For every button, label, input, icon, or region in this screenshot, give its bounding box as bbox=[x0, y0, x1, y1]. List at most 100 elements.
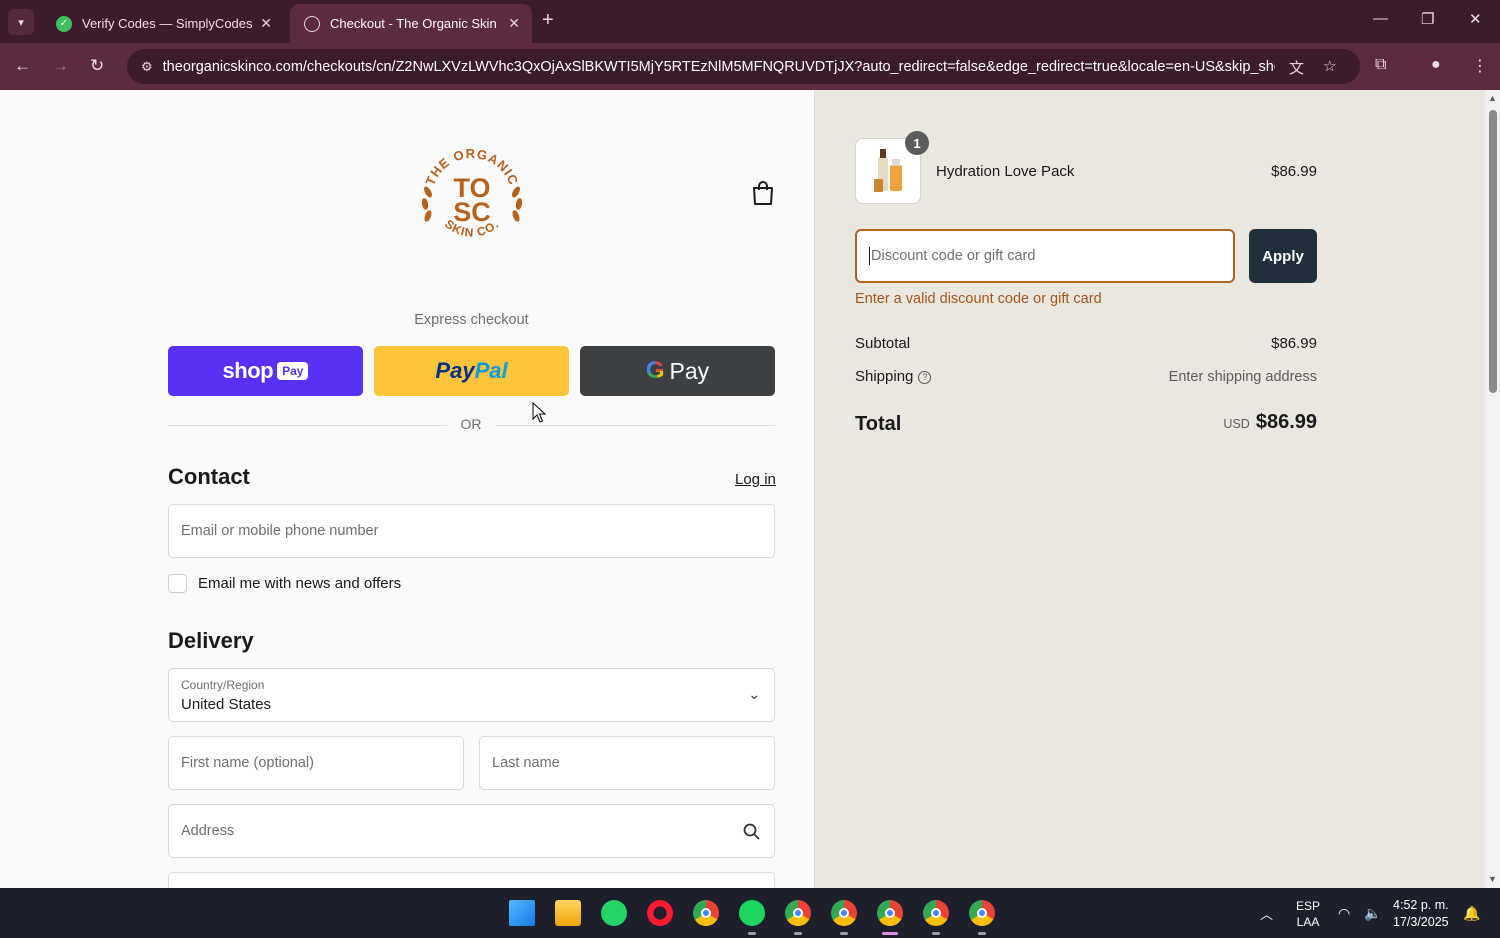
email-field[interactable]: Email or mobile phone number bbox=[168, 504, 775, 558]
gpay-label: Pay bbox=[669, 357, 710, 384]
laurel-left-icon bbox=[421, 186, 432, 222]
email-placeholder: Email or mobile phone number bbox=[181, 523, 379, 539]
shipping-row: Shipping? bbox=[855, 368, 932, 385]
browser-tab-bar: ▾ ✓ Verify Codes — SimplyCodes ✕ Checkou… bbox=[0, 0, 1500, 43]
subtotal-label: Subtotal bbox=[855, 335, 911, 352]
address-placeholder: Address bbox=[181, 823, 235, 839]
opera-icon[interactable] bbox=[647, 900, 673, 926]
google-g-icon: G bbox=[645, 357, 665, 384]
checkout-page: THE ORGANIC TO SC SKIN CO. Express check… bbox=[0, 90, 1500, 888]
checkout-form-panel: THE ORGANIC TO SC SKIN CO. Express check… bbox=[0, 90, 815, 888]
volume-icon[interactable]: 🔈 bbox=[1364, 888, 1381, 938]
site-info-icon[interactable]: ⚙ bbox=[141, 59, 153, 75]
running-indicator bbox=[748, 932, 756, 935]
minimize-icon[interactable]: — bbox=[1373, 10, 1388, 27]
last-name-field[interactable]: Last name bbox=[479, 736, 775, 790]
reload-icon[interactable]: ↻ bbox=[90, 56, 104, 76]
mouse-cursor-icon bbox=[532, 402, 546, 423]
shipping-label: Shipping bbox=[855, 368, 914, 385]
chevron-down-icon: ⌄ bbox=[748, 686, 760, 702]
profile-icon[interactable]: ● bbox=[1431, 56, 1441, 74]
discount-code-input[interactable]: Discount code or gift card bbox=[855, 229, 1235, 283]
language-indicator[interactable]: ESP LAA bbox=[1296, 898, 1320, 930]
shop-pay-button[interactable]: shop Pay bbox=[168, 346, 363, 396]
or-divider: OR bbox=[168, 415, 775, 435]
running-indicator bbox=[978, 932, 986, 935]
running-indicator bbox=[794, 932, 802, 935]
tab-close-icon[interactable]: ✕ bbox=[260, 15, 272, 32]
address-field[interactable]: Address bbox=[168, 804, 775, 858]
extensions-icon[interactable]: ⧉ bbox=[1375, 56, 1386, 74]
country-select[interactable]: Country/Region United States ⌄ bbox=[168, 668, 775, 722]
apartment-field[interactable] bbox=[168, 872, 775, 888]
scroll-down-arrow-icon[interactable]: ▼ bbox=[1488, 874, 1497, 884]
new-tab-button[interactable]: + bbox=[542, 9, 554, 32]
page-scrollbar[interactable]: ▲ ▼ bbox=[1485, 90, 1500, 888]
google-pay-button[interactable]: G Pay bbox=[580, 346, 775, 396]
tab-checkout[interactable]: Checkout - The Organic Skin Co ✕ bbox=[290, 4, 532, 43]
back-arrow-icon[interactable]: ← bbox=[14, 56, 31, 76]
store-logo[interactable]: THE ORGANIC TO SC SKIN CO. bbox=[414, 140, 530, 248]
first-name-placeholder: First name (optional) bbox=[181, 755, 314, 771]
shipping-value: Enter shipping address bbox=[1168, 369, 1317, 385]
scroll-up-arrow-icon[interactable]: ▲ bbox=[1488, 93, 1497, 103]
bookmark-star-icon[interactable]: ☆ bbox=[1323, 57, 1336, 75]
globe-favicon-icon bbox=[304, 15, 320, 32]
tab-title: Checkout - The Organic Skin Co bbox=[330, 16, 501, 31]
help-circle-icon[interactable]: ? bbox=[918, 370, 932, 384]
chrome-profile-icon[interactable] bbox=[923, 900, 949, 926]
paypal-wordmark-part2: Pal bbox=[474, 358, 508, 383]
windows-start-icon[interactable] bbox=[509, 900, 535, 926]
url-text[interactable]: theorganicskinco.com/checkouts/cn/Z2NwLX… bbox=[163, 59, 1275, 75]
newsletter-checkbox-row[interactable]: Email me with news and offers bbox=[168, 574, 401, 593]
delivery-heading: Delivery bbox=[168, 628, 254, 653]
first-name-field[interactable]: First name (optional) bbox=[168, 736, 464, 790]
windows-taskbar: ︿ ESP LAA ◠ 🔈 4:52 p. m. 17/3/2025 🔔 bbox=[0, 888, 1500, 938]
restore-icon[interactable]: ❐ bbox=[1421, 10, 1434, 28]
tab-close-icon[interactable]: ✕ bbox=[508, 15, 520, 32]
whatsapp-icon[interactable] bbox=[601, 900, 627, 926]
tab-title: Verify Codes — SimplyCodes bbox=[82, 16, 253, 31]
translate-icon[interactable]: 文 bbox=[1289, 57, 1304, 78]
tab-search-button[interactable]: ▾ bbox=[8, 9, 34, 35]
clock[interactable]: 4:52 p. m. 17/3/2025 bbox=[1393, 897, 1449, 931]
file-explorer-icon[interactable] bbox=[555, 900, 581, 926]
chrome-profile-icon[interactable] bbox=[969, 900, 995, 926]
address-bar[interactable]: ⚙ theorganicskinco.com/checkouts/cn/Z2Nw… bbox=[127, 49, 1360, 84]
tray-chevron-up-icon[interactable]: ︿ bbox=[1260, 888, 1273, 938]
scrollbar-thumb[interactable] bbox=[1489, 110, 1497, 393]
discount-placeholder: Discount code or gift card bbox=[871, 248, 1036, 264]
paypal-button[interactable]: Pay Pal bbox=[374, 346, 569, 396]
contact-heading: Contact bbox=[168, 464, 250, 489]
product-name: Hydration Love Pack bbox=[936, 163, 1075, 180]
divider-line bbox=[168, 425, 447, 426]
apply-button[interactable]: Apply bbox=[1249, 229, 1317, 283]
shopping-bag-icon[interactable] bbox=[751, 180, 775, 206]
tab-simplycodes[interactable]: ✓ Verify Codes — SimplyCodes ✕ bbox=[42, 4, 284, 43]
country-value: United States bbox=[181, 696, 272, 713]
chrome-profile-icon[interactable] bbox=[877, 900, 903, 926]
chrome-profile-icon[interactable] bbox=[831, 900, 857, 926]
clock-time: 4:52 p. m. bbox=[1393, 898, 1449, 912]
chrome-profile-icon[interactable] bbox=[785, 900, 811, 926]
laurel-right-icon bbox=[512, 186, 523, 222]
window-close-icon[interactable]: ✕ bbox=[1469, 10, 1482, 28]
keyboard-layout: LAA bbox=[1296, 915, 1320, 929]
search-icon bbox=[743, 823, 760, 840]
forward-arrow-icon[interactable]: → bbox=[52, 56, 69, 76]
newsletter-checkbox[interactable] bbox=[168, 574, 187, 593]
running-indicator bbox=[932, 932, 940, 935]
login-link[interactable]: Log in bbox=[735, 471, 776, 488]
spotify-icon[interactable] bbox=[739, 900, 765, 926]
newsletter-label: Email me with news and offers bbox=[198, 575, 402, 592]
text-caret bbox=[869, 247, 870, 265]
more-menu-icon[interactable]: ⋮ bbox=[1472, 56, 1488, 76]
simplycodes-favicon-icon: ✓ bbox=[56, 15, 72, 32]
product-price: $86.99 bbox=[1271, 163, 1317, 180]
active-indicator bbox=[882, 932, 898, 935]
running-indicator bbox=[840, 932, 848, 935]
chrome-icon[interactable] bbox=[693, 900, 719, 926]
order-summary-panel bbox=[815, 90, 1485, 888]
notification-bell-icon[interactable]: 🔔 bbox=[1463, 888, 1480, 938]
wifi-icon[interactable]: ◠ bbox=[1338, 888, 1350, 938]
